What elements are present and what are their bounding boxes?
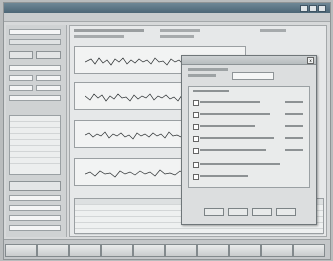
options-group — [188, 86, 310, 188]
parameter-field[interactable] — [36, 85, 61, 91]
parameter-field[interactable] — [9, 225, 61, 231]
option-value — [285, 149, 303, 151]
patient-field[interactable] — [9, 29, 61, 35]
option-text — [200, 137, 274, 139]
info-text — [160, 35, 194, 38]
option-text — [200, 101, 260, 103]
option-row[interactable] — [193, 173, 307, 180]
option-row[interactable] — [193, 161, 307, 168]
dialog-button[interactable] — [252, 208, 272, 216]
option-checkbox[interactable] — [193, 124, 199, 130]
info-text — [160, 29, 200, 32]
parameter-field[interactable] — [9, 85, 33, 91]
group-heading — [193, 90, 229, 92]
option-checkbox[interactable] — [193, 162, 199, 168]
parameter-field[interactable] — [9, 75, 33, 81]
option-value — [285, 113, 303, 115]
list-item[interactable] — [10, 158, 60, 164]
left-sidebar — [6, 25, 67, 237]
option-value — [285, 137, 303, 139]
function-key-button[interactable] — [5, 244, 37, 257]
option-row[interactable] — [193, 147, 307, 154]
sidebar-button[interactable] — [36, 51, 61, 59]
dialog-titlebar: x — [182, 56, 316, 65]
parameter-field[interactable] — [9, 215, 61, 221]
sidebar-list — [9, 115, 61, 175]
info-text — [74, 29, 144, 32]
settings-dialog: x — [181, 55, 317, 225]
option-checkbox[interactable] — [193, 136, 199, 142]
option-row[interactable] — [193, 111, 307, 118]
menu-bar — [4, 13, 330, 22]
parameter-field[interactable] — [36, 75, 61, 81]
dialog-button[interactable] — [204, 208, 224, 216]
option-text — [200, 113, 270, 115]
dialog-close-button[interactable]: x — [307, 57, 314, 64]
dialog-label — [188, 68, 228, 71]
parameter-field[interactable] — [9, 65, 61, 71]
option-row[interactable] — [193, 135, 307, 142]
option-checkbox[interactable] — [193, 112, 199, 118]
function-key-button[interactable] — [101, 244, 133, 257]
function-key-button[interactable] — [261, 244, 293, 257]
dialog-button[interactable] — [276, 208, 296, 216]
parameter-field[interactable] — [9, 205, 61, 211]
sidebar-action-button[interactable] — [9, 181, 61, 191]
parameter-field[interactable] — [9, 95, 61, 101]
monitor-screen: x — [3, 2, 331, 260]
function-key-button[interactable] — [69, 244, 101, 257]
option-text — [200, 163, 280, 165]
function-key-button[interactable] — [293, 244, 325, 257]
info-text — [260, 29, 286, 32]
function-key-bar — [4, 239, 330, 259]
function-key-button[interactable] — [229, 244, 261, 257]
window-titlebar — [4, 3, 330, 13]
parameter-field[interactable] — [9, 195, 61, 201]
function-key-button[interactable] — [37, 244, 69, 257]
dialog-input[interactable] — [232, 72, 274, 80]
option-text — [200, 149, 266, 151]
id-field[interactable] — [9, 39, 61, 45]
table-row[interactable] — [75, 229, 323, 235]
option-value — [285, 125, 303, 127]
option-row[interactable] — [193, 99, 307, 106]
minimize-button[interactable] — [300, 5, 308, 12]
option-value — [285, 101, 303, 103]
maximize-button[interactable] — [309, 5, 317, 12]
sidebar-button[interactable] — [9, 51, 33, 59]
close-button[interactable] — [318, 5, 326, 12]
option-text — [200, 175, 248, 177]
option-text — [200, 125, 255, 127]
function-key-button[interactable] — [197, 244, 229, 257]
info-text — [74, 35, 124, 38]
option-checkbox[interactable] — [193, 100, 199, 106]
dialog-label — [188, 74, 216, 77]
option-row[interactable] — [193, 123, 307, 130]
option-checkbox[interactable] — [193, 148, 199, 154]
function-key-button[interactable] — [165, 244, 197, 257]
option-checkbox[interactable] — [193, 174, 199, 180]
function-key-button[interactable] — [133, 244, 165, 257]
dialog-button[interactable] — [228, 208, 248, 216]
